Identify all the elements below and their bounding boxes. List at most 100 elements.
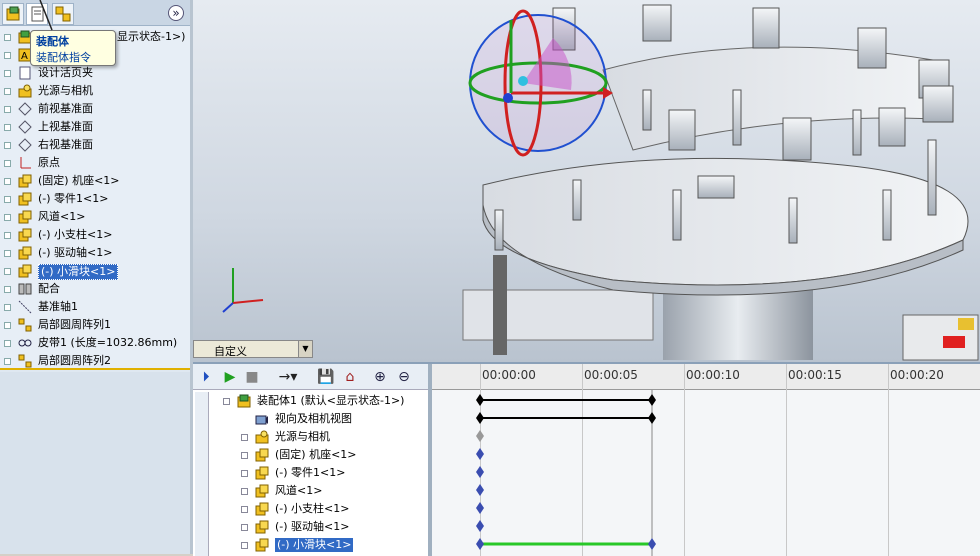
motion-tree-scrollbar[interactable] [195, 392, 209, 556]
feature-tree-item-label: 右视基准面 [38, 138, 93, 151]
keyframe-marker[interactable] [476, 502, 484, 514]
feature-tree-item[interactable]: 局部圆周阵列2 [0, 352, 190, 370]
playback-mode-icon[interactable]: →▾ [273, 368, 303, 386]
motion-tree-item[interactable]: 光源与相机 [211, 428, 426, 446]
motion-tree-item[interactable]: 视向及相机视图 [211, 410, 426, 428]
expand-toggle-icon[interactable] [241, 488, 248, 495]
motion-tree-item-label: (-) 零件1<1> [275, 466, 346, 479]
lights-camera-icon [18, 84, 32, 98]
tooltip-title: 装配体 [36, 35, 69, 48]
expand-toggle-icon[interactable] [4, 358, 11, 365]
motion-tree-item[interactable]: 风道<1> [211, 482, 426, 500]
feature-tree-item[interactable]: (-) 小滑块<1> [0, 262, 190, 280]
stop-icon[interactable]: ■ [243, 368, 261, 386]
zoom-out-icon[interactable]: ⊖ [395, 368, 413, 386]
feature-tree-item[interactable]: 右视基准面 [0, 136, 190, 154]
expand-toggle-icon[interactable] [4, 124, 11, 131]
motion-tree-item[interactable]: (-) 驱动轴<1> [211, 518, 426, 536]
expand-toggle-icon[interactable] [4, 70, 11, 77]
motion-tree-item[interactable]: (-) 零件1<1> [211, 464, 426, 482]
feature-tree-item[interactable]: 原点 [0, 154, 190, 172]
feature-tree-item[interactable]: (-) 小支柱<1> [0, 226, 190, 244]
expand-toggle-icon[interactable] [4, 250, 11, 257]
configuration-dropdown[interactable]: 自定义 ▼ [193, 340, 313, 358]
keyframe-marker[interactable] [648, 412, 656, 424]
expand-toggle-icon[interactable] [241, 506, 248, 513]
expand-toggle-icon[interactable] [241, 524, 248, 531]
expand-toggle-icon[interactable] [4, 268, 11, 275]
feature-tree-item[interactable]: (-) 零件1<1> [0, 190, 190, 208]
tooltip-description: 装配体指令 [36, 51, 91, 64]
expand-toggle-icon[interactable] [241, 434, 248, 441]
keyframe-marker[interactable] [476, 538, 484, 550]
feature-tree-item[interactable]: 局部圆周阵列1 [0, 316, 190, 334]
expand-toggle-icon[interactable] [4, 106, 11, 113]
play-from-start-icon[interactable]: ⏵ [197, 368, 215, 386]
expand-toggle-icon[interactable] [241, 470, 248, 477]
assembly-tooltip: 装配体 装配体指令 [30, 30, 116, 66]
part-icon [18, 174, 32, 188]
feature-tree: 装配体1 (默认<显示状态-1>)AA设计活页夹光源与相机前视基准面上视基准面右… [0, 26, 190, 370]
keyframe-marker[interactable] [476, 484, 484, 496]
expand-toggle-icon[interactable] [4, 196, 11, 203]
keyframe-tracks [476, 390, 656, 556]
axis-orientation-icon [222, 268, 264, 313]
mates-icon [18, 282, 32, 296]
feature-manager-tab[interactable] [2, 3, 24, 25]
expand-toggle-icon[interactable] [4, 232, 11, 239]
feature-tree-item-label: (-) 零件1<1> [38, 192, 109, 205]
keyframe-marker[interactable] [648, 538, 656, 550]
expand-toggle-icon[interactable] [4, 322, 11, 329]
origin-icon [18, 156, 32, 170]
feature-tree-item[interactable]: 皮带1 (长度=1032.86mm) [0, 334, 190, 352]
expand-toggle-icon[interactable] [4, 304, 11, 311]
triad-manipulator[interactable] [468, 9, 613, 157]
keyframe-marker[interactable] [476, 466, 484, 478]
feature-tree-item[interactable]: 前视基准面 [0, 100, 190, 118]
expand-toggle-icon[interactable] [4, 178, 11, 185]
feature-tree-item[interactable]: (固定) 机座<1> [0, 172, 190, 190]
feature-tree-item[interactable]: 上视基准面 [0, 118, 190, 136]
expand-toggle-icon[interactable] [4, 34, 11, 41]
motion-toolbar: ⏵ ▶ ■ →▾ 💾 ⌂ ⊕ ⊖ [193, 364, 428, 390]
keyframe-marker[interactable] [476, 520, 484, 532]
play-icon[interactable]: ▶ [221, 368, 239, 386]
feature-tree-item[interactable]: (-) 驱动轴<1> [0, 244, 190, 262]
zoom-in-icon[interactable]: ⊕ [371, 368, 389, 386]
expand-toggle-icon[interactable] [4, 88, 11, 95]
expand-toggle-icon[interactable] [223, 398, 230, 405]
feature-tree-item[interactable]: 基准轴1 [0, 298, 190, 316]
spring-rod [493, 255, 507, 355]
chevron-down-icon[interactable]: ▼ [298, 341, 312, 357]
expand-chevron-icon[interactable]: » [168, 5, 184, 21]
motion-tree-item[interactable]: (-) 小支柱<1> [211, 500, 426, 518]
expand-toggle-icon[interactable] [4, 214, 11, 221]
keyframe-marker[interactable] [476, 412, 484, 424]
mouse-cursor-icon [39, 0, 53, 31]
expand-toggle-icon[interactable] [4, 52, 11, 59]
camera-view-icon [255, 412, 269, 426]
keyframe-marker[interactable] [476, 448, 484, 460]
expand-toggle-icon[interactable] [4, 160, 11, 167]
expand-toggle-icon[interactable] [4, 340, 11, 347]
expand-toggle-icon[interactable] [241, 452, 248, 459]
animation-wizard-icon[interactable]: ⌂ [341, 368, 359, 386]
feature-tree-item[interactable]: 风道<1> [0, 208, 190, 226]
keyframe-marker[interactable] [476, 430, 484, 442]
motion-tree-item[interactable]: 装配体1 (默认<显示状态-1>) [193, 392, 408, 410]
motion-tree-item[interactable]: (固定) 机座<1> [211, 446, 426, 464]
save-animation-icon[interactable]: 💾 [317, 368, 335, 386]
motion-tree-item[interactable]: (-) 小滑块<1> [211, 536, 426, 554]
configuration-label: 自定义 [214, 345, 247, 358]
keyframe-marker[interactable] [476, 394, 484, 406]
feature-tree-item[interactable]: 设计活页夹 [0, 64, 190, 82]
expand-toggle-icon[interactable] [4, 142, 11, 149]
plane-icon [18, 120, 32, 134]
timeline[interactable]: 00:00:00 00:00:05 00:00:10 00:00:15 00:00:20 [428, 364, 980, 556]
expand-toggle-icon[interactable] [4, 286, 11, 293]
feature-tree-item[interactable]: 配合 [0, 280, 190, 298]
keyframe-marker[interactable] [648, 394, 656, 406]
graphics-viewport[interactable]: 自定义 ▼ [193, 0, 980, 362]
feature-tree-item[interactable]: 光源与相机 [0, 82, 190, 100]
expand-toggle-icon[interactable] [241, 542, 248, 549]
